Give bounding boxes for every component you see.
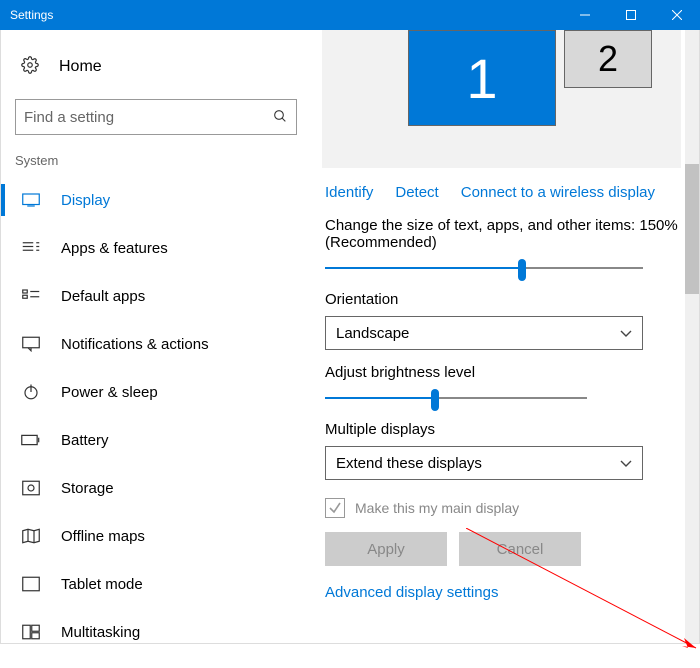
brightness-label: Adjust brightness level — [325, 364, 681, 381]
storage-icon — [21, 480, 41, 496]
sidebar-item-power[interactable]: Power & sleep — [1, 368, 311, 416]
chevron-down-icon — [620, 325, 632, 342]
default-apps-icon — [21, 289, 41, 303]
power-icon — [21, 383, 41, 401]
sidebar-item-default-apps[interactable]: Default apps — [1, 272, 311, 320]
multitasking-icon — [21, 624, 41, 640]
tablet-icon — [21, 576, 41, 592]
window-title: Settings — [10, 8, 53, 22]
sidebar-item-label: Storage — [61, 480, 114, 497]
sidebar-item-multitasking[interactable]: Multitasking — [1, 608, 311, 643]
title-bar: Settings — [0, 0, 700, 30]
sidebar-item-label: Default apps — [61, 288, 145, 305]
scale-slider[interactable] — [325, 259, 643, 277]
main-display-checkbox: Make this my main display — [325, 498, 681, 518]
scale-label: Change the size of text, apps, and other… — [325, 217, 681, 251]
sidebar-item-tablet[interactable]: Tablet mode — [1, 560, 311, 608]
scrollbar-thumb[interactable] — [685, 164, 699, 294]
sidebar-item-storage[interactable]: Storage — [1, 464, 311, 512]
sidebar-item-battery[interactable]: Battery — [1, 416, 311, 464]
maximize-button[interactable] — [608, 0, 654, 30]
minimize-button[interactable] — [562, 0, 608, 30]
display-icon — [21, 193, 41, 207]
chevron-down-icon — [620, 455, 632, 472]
slider-thumb[interactable] — [431, 389, 439, 411]
multiple-displays-label: Multiple displays — [325, 421, 681, 438]
sidebar-item-notifications[interactable]: Notifications & actions — [1, 320, 311, 368]
multiple-displays-value: Extend these displays — [336, 455, 482, 472]
sidebar-item-label: Display — [61, 192, 110, 209]
orientation-label: Orientation — [325, 291, 681, 308]
sidebar-item-label: Tablet mode — [61, 576, 143, 593]
monitor-1[interactable]: 1 — [408, 30, 556, 126]
home-label: Home — [59, 58, 102, 76]
window-controls — [562, 0, 700, 30]
slider-thumb[interactable] — [518, 259, 526, 281]
home-nav[interactable]: Home — [1, 50, 311, 83]
main-panel: 1 2 Identify Detect Connect to a wireles… — [311, 30, 699, 643]
sidebar-item-label: Offline maps — [61, 528, 145, 545]
main-display-checkbox-label: Make this my main display — [355, 500, 519, 516]
sidebar: Home Find a setting System Display Apps … — [1, 30, 311, 643]
multiple-displays-select[interactable]: Extend these displays — [325, 446, 643, 480]
close-button[interactable] — [654, 0, 700, 30]
brightness-slider[interactable] — [325, 389, 587, 407]
checkbox-icon — [325, 498, 345, 518]
orientation-select[interactable]: Landscape — [325, 316, 643, 350]
detect-link[interactable]: Detect — [395, 184, 438, 201]
nav-list: Display Apps & features Default apps Not… — [1, 176, 311, 643]
apply-button[interactable]: Apply — [325, 532, 447, 566]
apps-icon — [21, 241, 41, 255]
orientation-value: Landscape — [336, 325, 409, 342]
sidebar-item-label: Notifications & actions — [61, 336, 209, 353]
notifications-icon — [21, 336, 41, 352]
sidebar-item-maps[interactable]: Offline maps — [1, 512, 311, 560]
battery-icon — [21, 434, 41, 446]
advanced-display-settings-link[interactable]: Advanced display settings — [325, 584, 681, 601]
identify-link[interactable]: Identify — [325, 184, 373, 201]
search-icon — [272, 108, 288, 127]
sidebar-item-display[interactable]: Display — [1, 176, 311, 224]
gear-icon — [21, 56, 39, 77]
monitor-2[interactable]: 2 — [564, 30, 652, 88]
scrollbar-track[interactable] — [685, 30, 699, 643]
sidebar-item-label: Apps & features — [61, 240, 168, 257]
sidebar-item-label: Multitasking — [61, 624, 140, 641]
cancel-button[interactable]: Cancel — [459, 532, 581, 566]
search-placeholder: Find a setting — [24, 109, 114, 126]
display-actions: Identify Detect Connect to a wireless di… — [325, 184, 681, 201]
sidebar-item-apps[interactable]: Apps & features — [1, 224, 311, 272]
search-input[interactable]: Find a setting — [15, 99, 297, 135]
sidebar-item-label: Battery — [61, 432, 109, 449]
monitor-arrangement[interactable]: 1 2 — [322, 30, 681, 168]
section-label: System — [1, 153, 311, 168]
sidebar-item-label: Power & sleep — [61, 384, 158, 401]
maps-icon — [21, 528, 41, 544]
wireless-display-link[interactable]: Connect to a wireless display — [461, 184, 655, 201]
